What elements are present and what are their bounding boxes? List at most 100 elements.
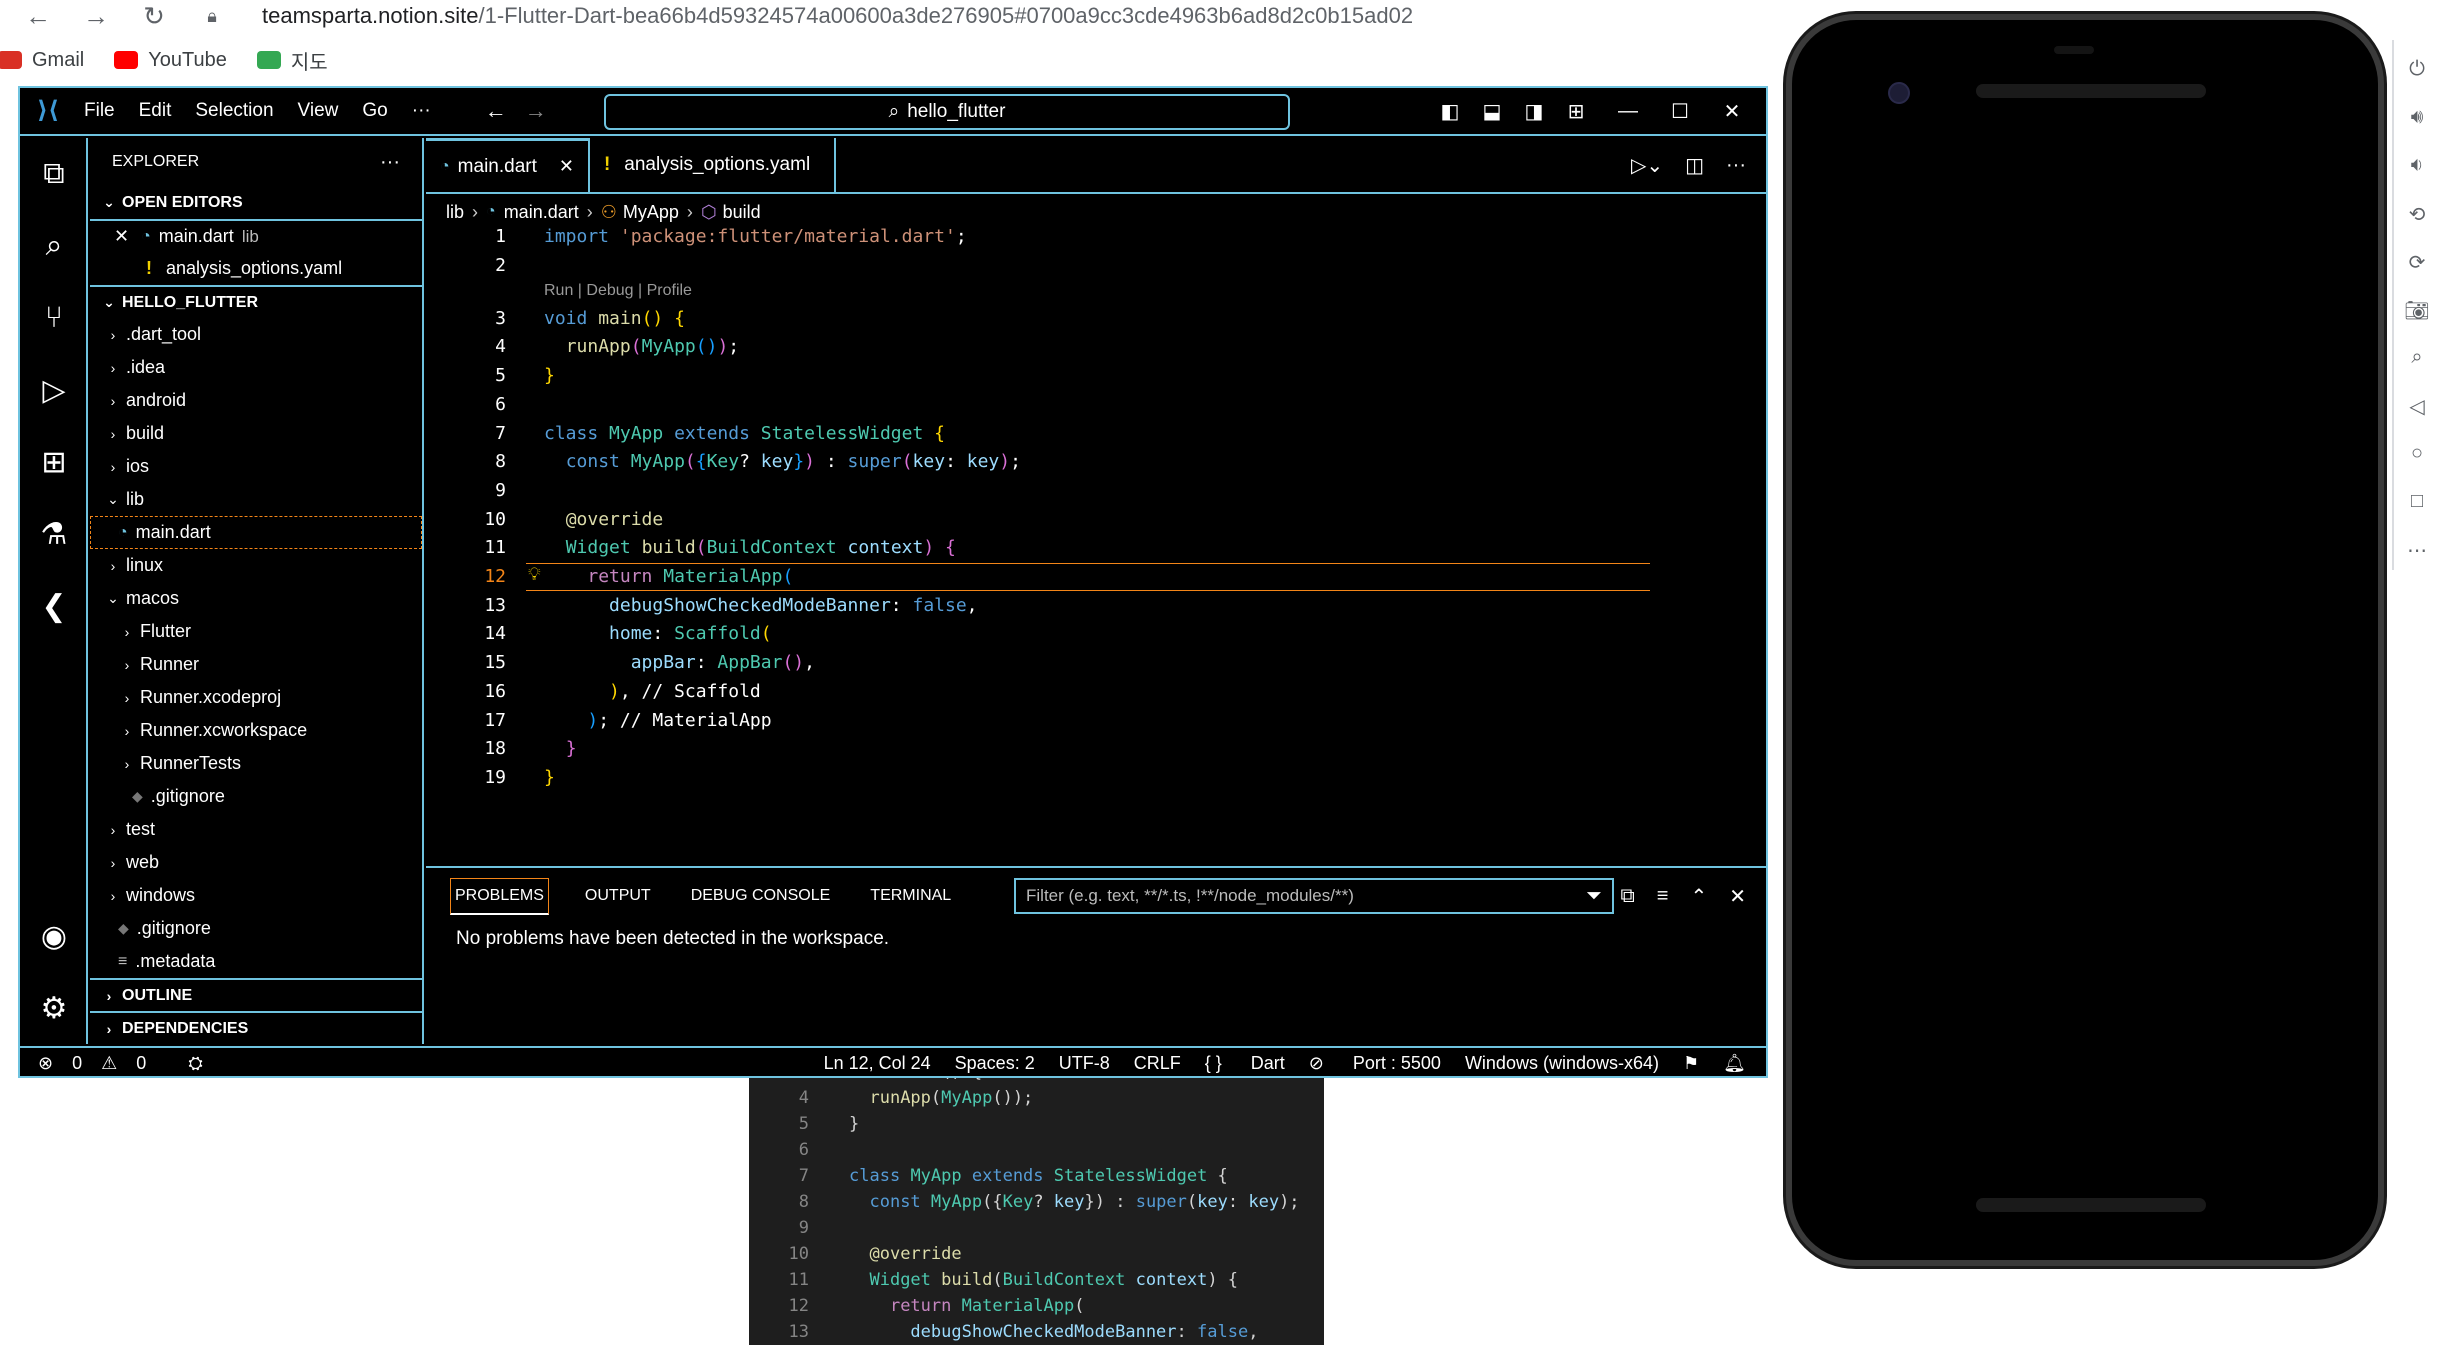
maximize-icon[interactable]: ☐: [1666, 99, 1694, 124]
maximize-panel-icon[interactable]: ⌃: [1690, 884, 1707, 909]
home-circle-icon[interactable]: ○: [2394, 442, 2440, 472]
reload-icon[interactable]: ↻: [134, 1, 174, 32]
address-bar[interactable]: teamsparta.notion.site/1-Flutter-Dart-be…: [262, 3, 1413, 29]
close-icon[interactable]: ✕: [1718, 99, 1746, 124]
tree-item[interactable]: › android: [90, 384, 422, 417]
code-line[interactable]: }: [544, 767, 555, 788]
back-triangle-icon[interactable]: ◁: [2394, 394, 2440, 424]
lock-icon[interactable]: 🔒︎: [192, 6, 232, 27]
explorer-more-icon[interactable]: ···: [380, 151, 400, 174]
bookmark-item[interactable]: 지도: [256, 46, 328, 75]
camera-icon[interactable]: 📷︎: [2394, 298, 2440, 328]
breadcrumb-item[interactable]: MyApp: [623, 202, 679, 223]
code-line[interactable]: runApp(MyApp());: [544, 336, 739, 357]
extensions-icon[interactable]: ⊞: [20, 426, 88, 498]
open-editors-header[interactable]: ⌄ OPEN EDITORS: [90, 186, 422, 219]
code-line[interactable]: ); // MaterialApp: [544, 710, 771, 731]
tree-item[interactable]: ◆ .gitignore: [90, 912, 422, 945]
language-mode[interactable]: { } Dart: [1205, 1053, 1285, 1074]
project-header[interactable]: ⌄ HELLO_FLUTTER: [90, 285, 422, 318]
menu-item-selection[interactable]: Selection: [195, 100, 273, 122]
code-line[interactable]: import 'package:flutter/material.dart';: [544, 228, 967, 247]
dependencies-header[interactable]: › DEPENDENCIES: [90, 1011, 422, 1044]
gear-icon[interactable]: ⚙: [20, 972, 88, 1044]
android-emulator[interactable]: [1786, 14, 2384, 1266]
toggle-panel-icon[interactable]: ⬓: [1478, 99, 1506, 124]
panel-tab-problems[interactable]: PROBLEMS: [450, 877, 549, 915]
run-icon[interactable]: ▷⌄: [1631, 153, 1663, 178]
encoding[interactable]: UTF-8: [1059, 1053, 1110, 1074]
menu-item-file[interactable]: File: [84, 100, 115, 122]
indentation[interactable]: Spaces: 2: [955, 1053, 1035, 1074]
view-as-list-icon[interactable]: ≡: [1657, 885, 1669, 908]
cursor-position[interactable]: Ln 12, Col 24: [824, 1053, 931, 1074]
volume-up-icon[interactable]: 🔊︎: [2394, 106, 2440, 136]
code-line[interactable]: debugShowCheckedModeBanner: false,: [544, 595, 977, 616]
code-line[interactable]: const MyApp({Key? key}) : super(key: key…: [544, 451, 1021, 472]
source-control-icon[interactable]: ⑂: [20, 282, 88, 354]
problems-filter-input[interactable]: Filter (e.g. text, **/*.ts, !**/node_mod…: [1014, 878, 1614, 914]
code-editor[interactable]: 1 import 'package:flutter/material.dart';…: [426, 228, 1766, 864]
collapse-all-icon[interactable]: ⧉: [1621, 885, 1635, 908]
tree-item[interactable]: ⌄ lib: [90, 483, 422, 516]
rotate-right-icon[interactable]: ⟳: [2394, 250, 2440, 280]
close-editor-icon[interactable]: ✕: [114, 226, 129, 247]
tree-item[interactable]: › Runner: [90, 648, 422, 681]
breadcrumb-item[interactable]: lib: [446, 202, 464, 223]
menu-more-icon[interactable]: ···: [412, 100, 431, 122]
tree-item[interactable]: › linux: [90, 549, 422, 582]
close-tab-icon[interactable]: ✕: [559, 156, 574, 177]
notifications-bell-icon[interactable]: 🔔︎: [1723, 1053, 1746, 1074]
tree-item[interactable]: ⌄ macos: [90, 582, 422, 615]
customize-layout-icon[interactable]: ⊞: [1562, 99, 1590, 124]
editor-more-icon[interactable]: ···: [1726, 154, 1746, 177]
power-icon[interactable]: ⏻: [2394, 58, 2440, 88]
tree-item[interactable]: ◆ .gitignore: [90, 780, 422, 813]
tree-item[interactable]: ≡ .metadata: [90, 945, 422, 978]
minimize-icon[interactable]: —: [1614, 100, 1642, 123]
testing-flask-icon[interactable]: ⚗: [20, 498, 88, 570]
outline-header[interactable]: › OUTLINE: [90, 978, 422, 1011]
toggle-sidebar-icon[interactable]: ◧: [1436, 99, 1464, 124]
tree-item[interactable]: ◔ main.dart: [90, 516, 422, 549]
flutter-device[interactable]: Windows (windows-x64): [1465, 1053, 1659, 1074]
tab-main-dart[interactable]: ◔ main.dart ✕: [426, 138, 590, 192]
code-line[interactable]: Widget build(BuildContext context) {: [544, 537, 956, 558]
breadcrumb-item[interactable]: main.dart: [504, 202, 579, 223]
zoom-icon[interactable]: ⌕: [2394, 346, 2440, 376]
tab-analysis-options[interactable]: ! analysis_options.yaml: [590, 138, 837, 192]
problems-status[interactable]: ⊗ 0 ⚠ 0: [38, 1053, 160, 1074]
panel-tab-terminal[interactable]: TERMINAL: [866, 879, 955, 913]
tree-item[interactable]: › build: [90, 417, 422, 450]
forward-arrow-icon[interactable]: →: [76, 1, 116, 32]
lightbulb-icon[interactable]: 💡︎: [528, 564, 541, 585]
rotate-left-icon[interactable]: ⟲: [2394, 202, 2440, 232]
code-line[interactable]: @override: [544, 509, 664, 530]
code-line[interactable]: ), // Scaffold: [544, 681, 761, 702]
open-editor-item[interactable]: ✕ ◔ main.dart lib: [90, 219, 422, 252]
search-view-icon[interactable]: ⌕: [20, 210, 88, 282]
panel-tab-output[interactable]: OUTPUT: [581, 879, 655, 913]
breadcrumb-item[interactable]: build: [723, 202, 761, 223]
code-line[interactable]: class MyApp extends StatelessWidget {: [544, 423, 945, 444]
live-server-status[interactable]: ⊘ Port : 5500: [1309, 1053, 1441, 1074]
back-arrow-icon[interactable]: ←: [18, 1, 58, 32]
menu-item-go[interactable]: Go: [362, 100, 387, 122]
end-of-line[interactable]: CRLF: [1134, 1053, 1181, 1074]
bookmark-item[interactable]: YouTube: [114, 49, 227, 72]
tree-item[interactable]: › .idea: [90, 351, 422, 384]
overview-square-icon[interactable]: □: [2394, 490, 2440, 520]
nav-forward-icon[interactable]: →: [525, 98, 547, 124]
toggle-secondary-sidebar-icon[interactable]: ◨: [1520, 99, 1548, 124]
tree-item[interactable]: › Runner.xcworkspace: [90, 714, 422, 747]
nav-back-icon[interactable]: ←: [485, 98, 507, 124]
volume-down-icon[interactable]: 🔉︎: [2394, 154, 2440, 184]
debug-status-icon[interactable]: ⛭: [188, 1053, 202, 1074]
codelens-run-debug[interactable]: Run | Debug | Profile: [544, 282, 692, 300]
command-center[interactable]: ⌕ hello_flutter: [604, 94, 1290, 130]
tree-item[interactable]: › test: [90, 813, 422, 846]
explorer-icon[interactable]: ⧉: [20, 138, 88, 210]
tree-item[interactable]: › RunnerTests: [90, 747, 422, 780]
menu-item-edit[interactable]: Edit: [139, 100, 172, 122]
tree-item[interactable]: › web: [90, 846, 422, 879]
